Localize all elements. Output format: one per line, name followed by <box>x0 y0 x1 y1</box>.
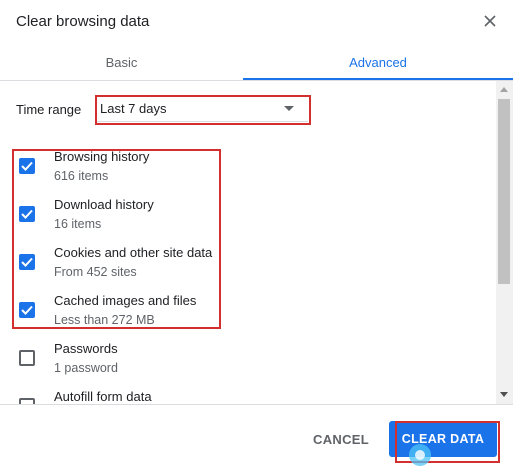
time-range-label: Time range <box>16 102 82 117</box>
time-range-value: Last 7 days <box>100 101 167 116</box>
option-cookies[interactable]: Cookies and other site data From 452 sit… <box>0 237 496 285</box>
item-detail: 1 password <box>54 361 118 375</box>
checkbox-passwords[interactable] <box>19 350 35 366</box>
option-cached-images[interactable]: Cached images and files Less than 272 MB <box>0 285 496 333</box>
item-label: Download history <box>54 197 154 212</box>
item-detail: Less than 272 MB <box>54 313 155 327</box>
item-detail: 16 items <box>54 217 102 231</box>
checkbox-browsing-history[interactable] <box>19 158 35 174</box>
dialog-title: Clear browsing data <box>16 13 150 30</box>
option-download-history[interactable]: Download history 16 items <box>0 189 496 237</box>
advanced-settings-content: Time range Last 7 days Browsing history … <box>0 81 496 404</box>
item-label: Cached images and files <box>54 293 197 308</box>
checkbox-download-history[interactable] <box>19 206 35 222</box>
checkmark-icon <box>21 209 33 219</box>
item-detail: 616 items <box>54 169 109 183</box>
item-detail: From 452 sites <box>54 265 137 279</box>
item-label: Passwords <box>54 341 118 356</box>
checkmark-icon <box>21 161 33 171</box>
checkmark-icon <box>21 257 33 267</box>
option-browsing-history[interactable]: Browsing history 616 items <box>0 141 496 189</box>
option-passwords[interactable]: Passwords 1 password <box>0 333 496 381</box>
item-label: Browsing history <box>54 149 150 164</box>
option-autofill[interactable]: Autofill form data <box>0 381 496 404</box>
clear-browsing-data-dialog: Clear browsing data Basic Advanced Time … <box>0 0 513 473</box>
time-range-select[interactable]: Last 7 days <box>96 96 308 122</box>
checkbox-cached-images[interactable] <box>19 302 35 318</box>
scrollbar-thumb[interactable] <box>498 99 510 284</box>
scroll-down-arrow-icon[interactable] <box>500 392 508 397</box>
tab-advanced[interactable]: Advanced <box>243 44 513 80</box>
dropdown-arrow-icon <box>284 106 294 111</box>
cancel-button[interactable]: CANCEL <box>305 425 377 453</box>
tab-basic-label: Basic <box>105 54 138 70</box>
tab-basic[interactable]: Basic <box>0 44 243 80</box>
item-label: Autofill form data <box>54 389 152 404</box>
close-icon[interactable] <box>480 11 500 31</box>
item-label: Cookies and other site data <box>54 245 213 260</box>
tab-advanced-label: Advanced <box>349 54 407 70</box>
watermark-logo-icon <box>409 444 431 466</box>
footer-divider <box>0 404 513 405</box>
checkmark-icon <box>21 305 33 315</box>
checkbox-cookies[interactable] <box>19 254 35 270</box>
scroll-up-arrow-icon[interactable] <box>500 87 508 92</box>
scrollbar[interactable] <box>496 81 513 404</box>
